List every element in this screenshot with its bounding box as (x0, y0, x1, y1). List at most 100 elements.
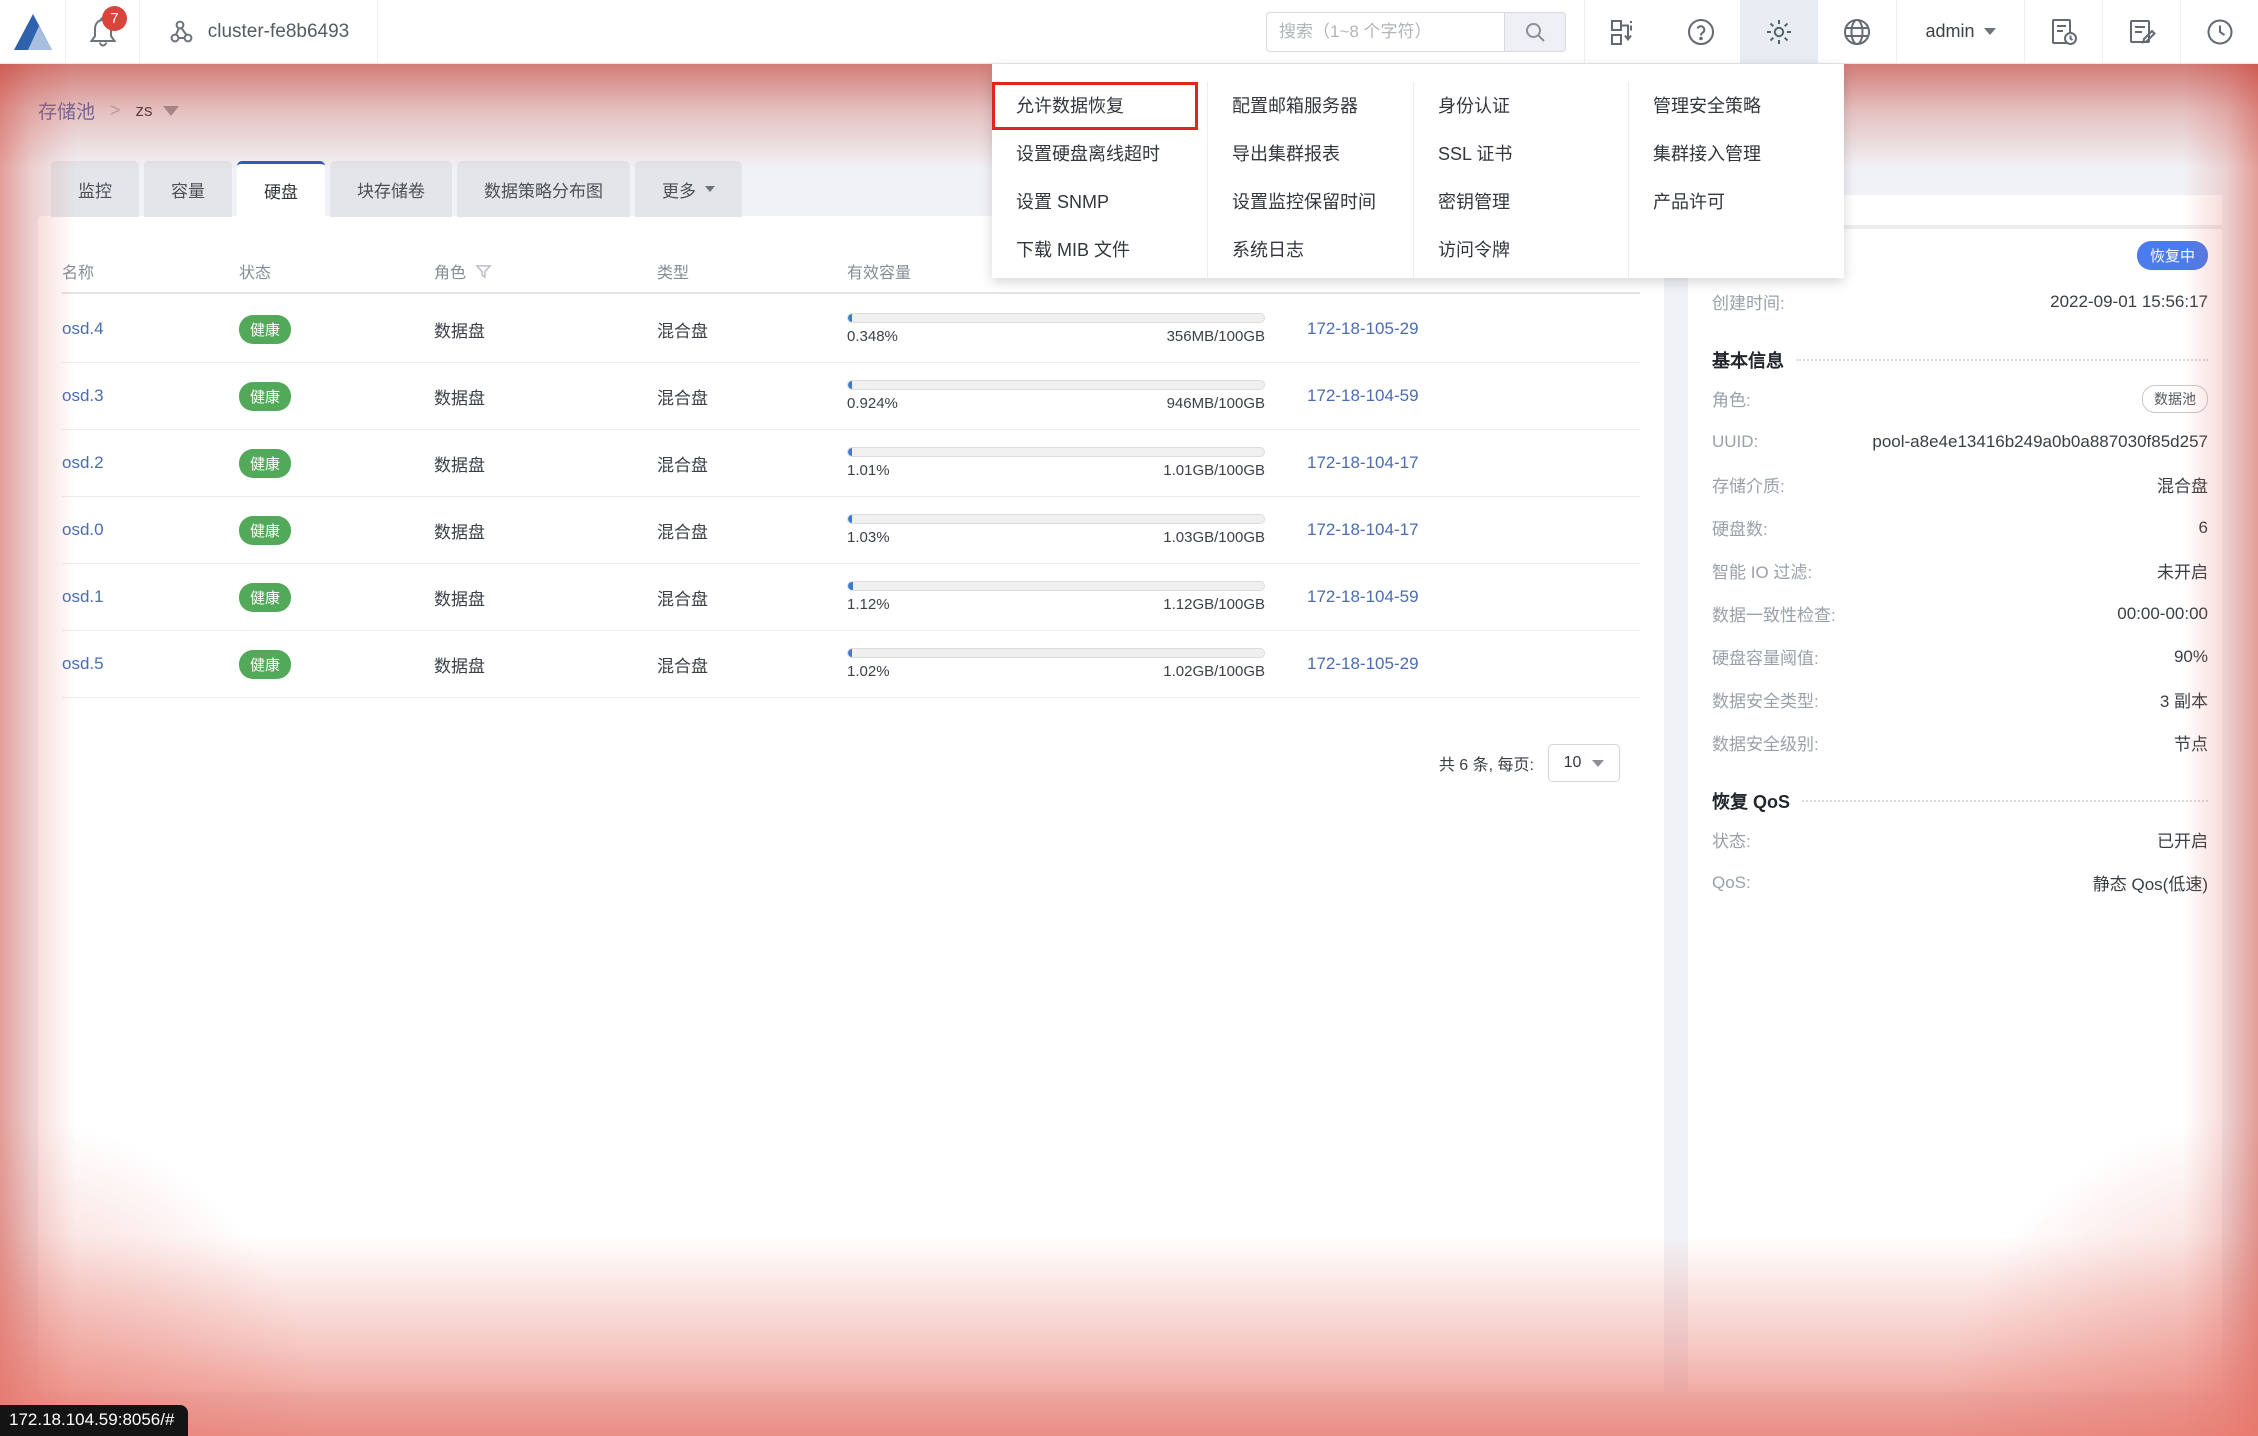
table-row: osd.4健康数据盘混合盘0.348%356MB/100GB172-18-105… (62, 296, 1640, 363)
recovery-qos-rows: 状态:已开启QoS:静态 Qos(低速) (1712, 818, 2208, 904)
status-badge: 健康 (239, 516, 291, 545)
notifications-button[interactable]: 7 (66, 0, 140, 63)
menu-item[interactable]: 管理安全策略 (1653, 82, 1844, 130)
node-cell: 172-18-105-29 (1307, 319, 1640, 339)
session-clock-button[interactable] (2180, 0, 2258, 63)
menu-item[interactable]: 密钥管理 (1438, 178, 1628, 226)
disk-name-link[interactable]: osd.0 (62, 520, 104, 539)
section-title: 基本信息 (1712, 347, 1784, 373)
detail-value: 静态 Qos(低速) (2093, 870, 2208, 895)
capacity-text-row: 1.12%1.12GB/100GB (847, 596, 1265, 613)
menu-item[interactable]: 设置硬盘离线超时 (1016, 130, 1207, 178)
node-link[interactable]: 172-18-104-17 (1307, 520, 1419, 539)
table-body: osd.4健康数据盘混合盘0.348%356MB/100GB172-18-105… (62, 296, 1640, 698)
menu-item[interactable]: 设置 SNMP (1016, 178, 1207, 226)
node-link[interactable]: 172-18-104-59 (1307, 587, 1419, 606)
status-badge: 健康 (239, 382, 291, 411)
breadcrumb-root-link[interactable]: 存储池 (38, 97, 95, 124)
gear-icon (1764, 17, 1794, 47)
recovery-qos-row: 状态:已开启 (1712, 818, 2208, 861)
cluster-icon (168, 17, 198, 47)
capacity-value: 946MB/100GB (1167, 395, 1265, 412)
disk-name-cell: osd.2 (62, 453, 239, 473)
capacity-value: 1.03GB/100GB (1163, 529, 1265, 546)
column-header-label: 状态 (239, 259, 271, 283)
tab-容量[interactable]: 容量 (144, 161, 232, 217)
menu-item[interactable]: 身份认证 (1438, 82, 1628, 130)
basic-info-row: 硬盘数:6 (1712, 506, 2208, 549)
node-link[interactable]: 172-18-105-29 (1307, 654, 1419, 673)
basic-info-row: 数据安全类型:3 副本 (1712, 678, 2208, 721)
node-link[interactable]: 172-18-104-17 (1307, 453, 1419, 472)
topbar-spacer (378, 0, 1266, 63)
menu-item[interactable]: 允许数据恢复 (992, 82, 1198, 130)
disk-name-link[interactable]: osd.3 (62, 386, 104, 405)
node-cell: 172-18-104-17 (1307, 453, 1640, 473)
node-link[interactable]: 172-18-104-59 (1307, 386, 1419, 405)
menu-item[interactable]: 配置邮箱服务器 (1232, 82, 1413, 130)
notification-badge: 7 (102, 6, 127, 31)
node-cell: 172-18-105-29 (1307, 654, 1640, 674)
capacity-value: 1.02GB/100GB (1163, 663, 1265, 680)
disk-role-cell: 数据盘 (434, 585, 657, 610)
menu-item[interactable]: 导出集群报表 (1232, 130, 1413, 178)
disk-status-cell: 健康 (239, 516, 434, 545)
audit-log-button[interactable] (2102, 0, 2180, 63)
settings-button[interactable] (1740, 0, 1818, 63)
topology-button[interactable] (1584, 0, 1662, 63)
menu-item[interactable]: 集群接入管理 (1653, 130, 1844, 178)
disk-type-cell: 混合盘 (657, 652, 847, 677)
capacity-cell: 0.348%356MB/100GB (847, 313, 1307, 345)
app-logo[interactable] (0, 0, 66, 63)
disk-name-link[interactable]: osd.4 (62, 319, 104, 338)
menu-item[interactable]: 产品许可 (1653, 178, 1844, 226)
tab-更多[interactable]: 更多 (635, 161, 742, 217)
detail-value: 节点 (2174, 730, 2208, 755)
capacity-text-row: 1.03%1.03GB/100GB (847, 529, 1265, 546)
page-size-value: 10 (1564, 754, 1582, 772)
detail-value: 3 副本 (2160, 687, 2208, 712)
disk-name-link[interactable]: osd.5 (62, 654, 104, 673)
menu-item[interactable]: 下载 MIB 文件 (1016, 226, 1207, 274)
column-header: 角色 (434, 259, 657, 283)
detail-label: 数据一致性检查: (1712, 601, 1836, 626)
tab-监控[interactable]: 监控 (51, 161, 139, 217)
top-bar: 7 cluster-fe8b6493 (0, 0, 2258, 64)
menu-item[interactable]: SSL 证书 (1438, 130, 1628, 178)
disk-name-cell: osd.5 (62, 654, 239, 674)
report-button[interactable] (2024, 0, 2102, 63)
dotted-leader (1802, 800, 2208, 802)
used-percent: 0.924% (847, 395, 898, 412)
filter-funnel-icon[interactable] (475, 263, 492, 280)
tab-块存储卷[interactable]: 块存储卷 (330, 161, 452, 217)
chevron-down-icon (163, 106, 179, 116)
disk-name-link[interactable]: osd.1 (62, 587, 104, 606)
search-button[interactable] (1504, 12, 1566, 52)
disk-role-cell: 数据盘 (434, 451, 657, 476)
node-link[interactable]: 172-18-105-29 (1307, 319, 1419, 338)
tab-数据策略分布图[interactable]: 数据策略分布图 (457, 161, 630, 217)
pool-selector[interactable]: zs (136, 101, 179, 121)
status-badge: 健康 (239, 583, 291, 612)
disk-name-link[interactable]: osd.2 (62, 453, 104, 472)
disk-name-cell: osd.0 (62, 520, 239, 540)
recovery-qos-heading: 恢复 QoS (1712, 788, 2208, 814)
column-header-label: 类型 (657, 259, 689, 283)
search-input[interactable] (1266, 12, 1504, 52)
menu-item[interactable]: 设置监控保留时间 (1232, 178, 1413, 226)
used-percent: 1.02% (847, 663, 890, 680)
cluster-selector[interactable]: cluster-fe8b6493 (140, 0, 378, 63)
menu-item[interactable]: 访问令牌 (1438, 226, 1628, 274)
page-size-select[interactable]: 10 (1548, 744, 1620, 782)
detail-value: pool-a8e4e13416b249a0b0a887030f85d257 (1872, 432, 2208, 452)
language-button[interactable] (1818, 0, 1896, 63)
disk-name-cell: osd.4 (62, 319, 239, 339)
tab-硬盘[interactable]: 硬盘 (237, 161, 325, 217)
tab-label: 硬盘 (264, 178, 298, 203)
disk-type-cell: 混合盘 (657, 585, 847, 610)
user-menu[interactable]: admin (1896, 0, 2024, 63)
disk-status-cell: 健康 (239, 449, 434, 478)
menu-item[interactable]: 系统日志 (1232, 226, 1413, 274)
help-button[interactable] (1662, 0, 1740, 63)
capacity-bar-fill (848, 582, 853, 590)
